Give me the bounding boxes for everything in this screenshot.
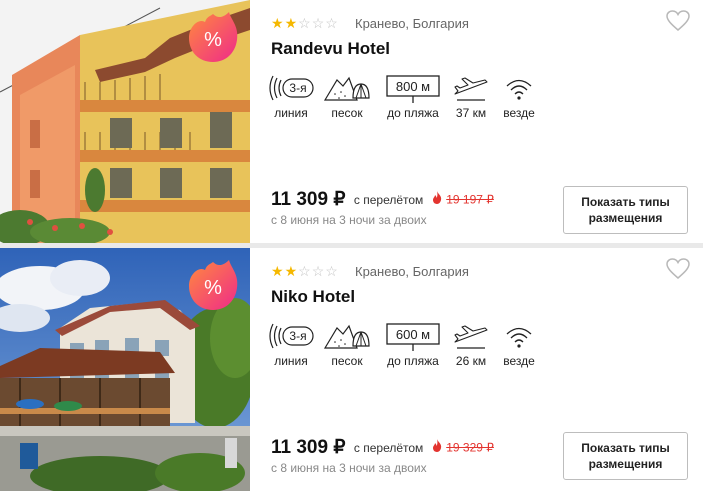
hotel-name[interactable]: Randevu Hotel <box>271 38 390 60</box>
star-empty-icon: ☆ <box>298 263 312 279</box>
star-empty-icon: ☆ <box>298 15 312 31</box>
wifi-icon <box>506 327 532 348</box>
price: 11 309 ₽ <box>271 437 346 458</box>
star-empty-icon: ☆ <box>325 15 339 31</box>
star-rating: ★★☆☆☆ <box>271 263 339 279</box>
hotel-card[interactable]: % ★★☆☆☆ Кранево, Болгария Randevu Hotel … <box>0 0 703 243</box>
amenity-wifi: везде <box>479 72 559 120</box>
discount-badge-icon: % <box>185 10 241 66</box>
trip-dates: с 8 июня на 3 ночи за двоих <box>271 461 427 475</box>
trip-dates: с 8 июня на 3 ночи за двоих <box>271 213 427 227</box>
beach-distance-badge: 800 м <box>396 79 430 94</box>
price: 11 309 ₽ <box>271 189 346 210</box>
star-filled-icon: ★ <box>271 263 285 279</box>
price-row: 11 309 ₽ с перелётом 19 329 ₽ <box>271 436 494 459</box>
show-room-types-button[interactable]: Показать типы размещения <box>563 186 688 234</box>
amenity-wifi: везде <box>479 320 559 368</box>
old-price: 19 329 ₽ <box>446 440 494 455</box>
flame-icon <box>432 190 442 209</box>
show-room-types-button[interactable]: Показать типы размещения <box>563 432 688 480</box>
discount-badge-icon: % <box>185 258 241 314</box>
star-empty-icon: ☆ <box>311 263 326 279</box>
star-empty-icon: ☆ <box>311 15 326 31</box>
old-price: 19 197 ₽ <box>446 192 494 207</box>
star-filled-icon: ★ <box>271 15 285 31</box>
amenity-label: везде <box>503 106 535 120</box>
line-badge: 3-я <box>289 81 306 95</box>
beach-distance-badge: 600 м <box>396 327 430 342</box>
price-row: 11 309 ₽ с перелётом 19 197 ₽ <box>271 188 494 211</box>
promo-percent: % <box>204 29 222 51</box>
hotel-location: Кранево, Болгария <box>355 264 469 279</box>
promo-percent: % <box>204 277 222 299</box>
amenity-label: везде <box>503 354 535 368</box>
line-badge: 3-я <box>289 329 306 343</box>
star-rating: ★★☆☆☆ <box>271 15 339 31</box>
price-note: с перелётом <box>353 440 424 455</box>
hotel-card[interactable]: % ★★☆☆☆ Кранево, Болгария Niko Hotel 3-я… <box>0 248 703 491</box>
wifi-icon <box>506 79 532 100</box>
favorite-heart-icon[interactable] <box>666 10 690 32</box>
hotel-name[interactable]: Niko Hotel <box>271 286 355 308</box>
star-filled-icon: ★ <box>284 15 299 31</box>
sand-shell-icon <box>323 324 370 349</box>
star-empty-icon: ☆ <box>325 263 339 279</box>
sand-shell-icon <box>323 76 370 101</box>
flame-icon <box>432 438 442 457</box>
star-filled-icon: ★ <box>284 263 299 279</box>
price-note: с перелётом <box>353 192 424 207</box>
favorite-heart-icon[interactable] <box>666 258 690 280</box>
hotel-location: Кранево, Болгария <box>355 16 469 31</box>
